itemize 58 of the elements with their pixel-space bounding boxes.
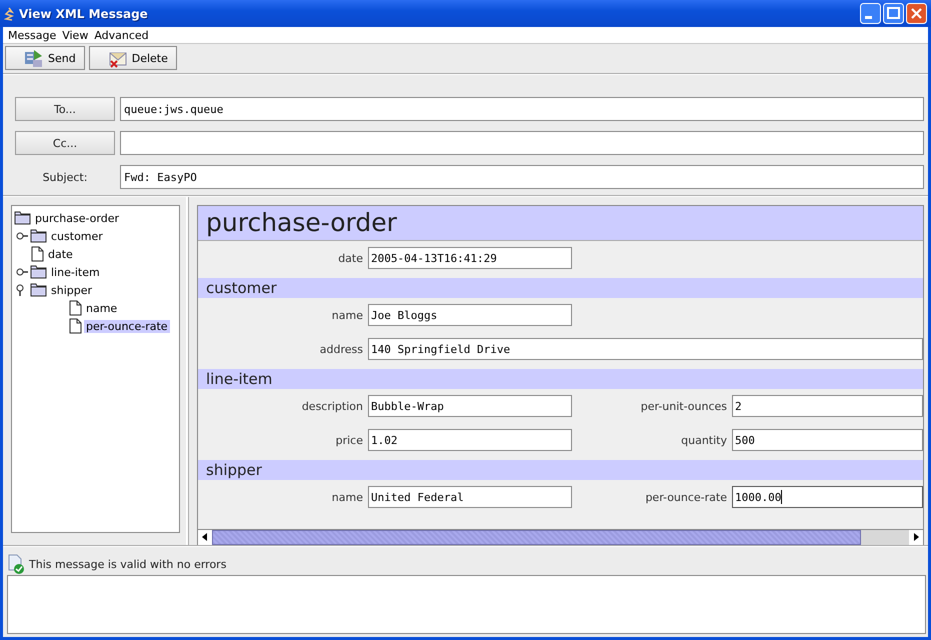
input-field[interactable]: Bubble-Wrap	[368, 395, 572, 417]
input-field[interactable]: Joe Bloggs	[368, 304, 572, 326]
file-icon	[68, 318, 82, 334]
input-field[interactable]: 2005-04-13T16:41:29	[368, 247, 572, 269]
input-field[interactable]: queue:jws.queue	[120, 97, 924, 121]
send-button[interactable]: Send	[5, 46, 85, 70]
section-header: shipper	[198, 460, 923, 480]
field-label: per-unit-ounces	[640, 400, 727, 412]
tree-item[interactable]: date	[46, 248, 75, 260]
input-field[interactable]: 2	[732, 395, 923, 417]
tree-item[interactable]: purchase-order	[33, 212, 121, 224]
input-field[interactable]: 500	[732, 429, 923, 451]
file-icon	[68, 300, 82, 316]
folder-icon	[30, 265, 47, 279]
input-field[interactable]: Fwd: EasyPO	[120, 165, 924, 189]
field-label: date	[337, 252, 363, 264]
scrollbar-thumb[interactable]	[212, 530, 861, 545]
field-label: Subject:	[42, 170, 88, 186]
input-field[interactable]: United Federal	[368, 486, 572, 508]
folder-icon	[14, 211, 31, 225]
input-field[interactable]: 1000.00	[732, 486, 923, 508]
field-label: description	[300, 400, 363, 412]
section-header: purchase-order	[198, 206, 923, 241]
menu-item[interactable]: View	[59, 28, 92, 42]
field-label: quantity	[680, 434, 727, 446]
expand-handle-icon[interactable]	[16, 266, 28, 278]
field-label: name	[330, 308, 363, 322]
folder-icon	[30, 229, 47, 243]
app-icon	[4, 6, 14, 20]
expand-handle-icon[interactable]	[16, 230, 28, 242]
field-label: address	[318, 342, 363, 356]
recipient-button[interactable]: Cc...	[15, 131, 115, 155]
tree-item[interactable]: per-ounce-rate	[84, 320, 170, 332]
field-label: price	[334, 434, 363, 446]
horizontal-scrollbar[interactable]	[198, 529, 923, 545]
maximize-button[interactable]	[883, 3, 904, 24]
tree-item[interactable]: shipper	[49, 284, 94, 296]
recipient-button[interactable]: To...	[15, 97, 115, 121]
close-button[interactable]	[906, 3, 927, 24]
input-field[interactable]	[120, 131, 924, 155]
minimize-button[interactable]	[860, 3, 881, 24]
tree-item[interactable]: customer	[49, 230, 105, 242]
input-field[interactable]: 140 Springfield Drive	[368, 338, 923, 360]
field-label: per-ounce-rate	[644, 490, 727, 504]
window-title: View XML Message	[19, 6, 149, 20]
menu-item[interactable]: Advanced	[91, 28, 152, 42]
tree-item[interactable]: line-item	[49, 266, 102, 278]
delete-button[interactable]: Delete	[88, 46, 177, 70]
field-label: name	[330, 490, 363, 504]
file-icon	[30, 246, 44, 262]
folder-icon	[30, 283, 47, 297]
section-header: customer	[198, 278, 923, 298]
computer-icon	[24, 48, 44, 68]
menu-item[interactable]: Message	[5, 28, 60, 42]
section-header: line-item	[198, 369, 923, 389]
status-message: This message is valid with no errors	[29, 558, 226, 570]
tree-item[interactable]: name	[84, 302, 120, 314]
input-field[interactable]: 1.02	[368, 429, 572, 451]
